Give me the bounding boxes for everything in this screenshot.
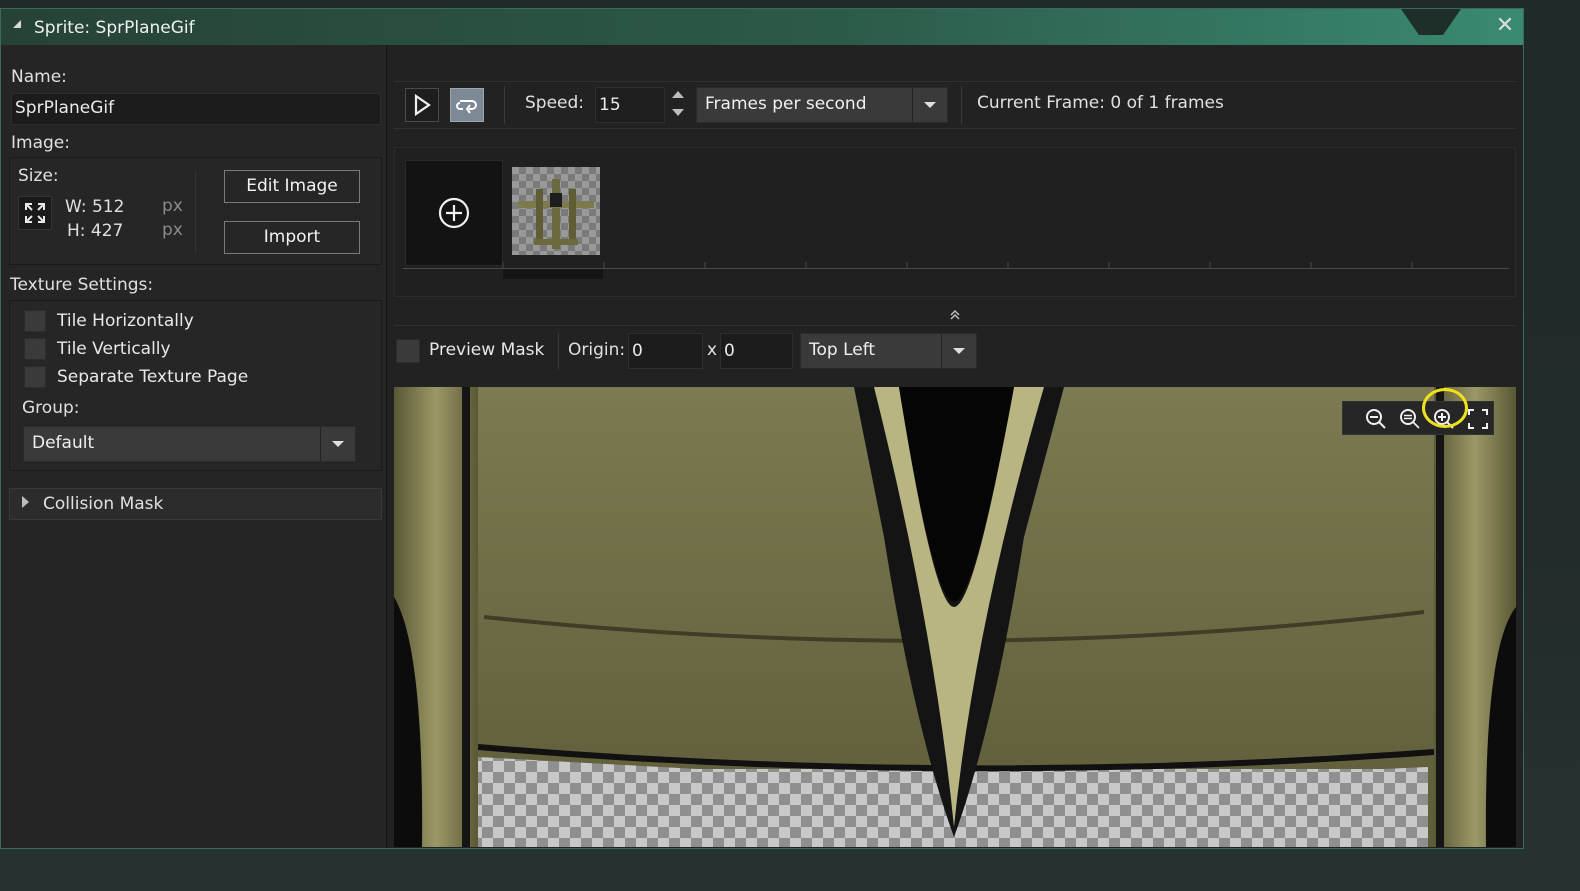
height-text: H: 427 [67, 221, 124, 241]
separate-texture-page-checkbox[interactable] [24, 366, 46, 388]
origin-preset-dropdown[interactable]: Top Left [800, 333, 977, 369]
tile-horizontally-checkbox[interactable] [24, 310, 46, 332]
zoom-toolbar [1342, 401, 1494, 435]
speed-units-value: Frames per second [705, 94, 867, 114]
loop-button[interactable] [450, 88, 484, 122]
separate-texture-page-label: Separate Texture Page [57, 367, 249, 387]
width-text: W: 512 [65, 197, 125, 217]
preview-mask-label: Preview Mask [429, 340, 545, 360]
collision-mask-section[interactable]: Collision Mask [9, 488, 382, 520]
texture-settings-group: Tile Horizontally Tile Vertically Separa… [9, 300, 382, 471]
fit-to-screen-icon[interactable] [1465, 406, 1491, 432]
tile-vertically-label: Tile Vertically [57, 339, 171, 359]
collapse-frames-handle[interactable] [394, 305, 1516, 326]
chevron-down-icon[interactable] [912, 88, 947, 122]
title-bar[interactable]: Sprite: SprPlaneGif ✕ [1, 9, 1523, 45]
origin-x-input[interactable]: 0 [628, 333, 703, 369]
editor-panel: Speed: 15 Frames per second Current Fram… [388, 45, 1523, 848]
texture-settings-label: Texture Settings: [10, 275, 154, 295]
width-unit: px [162, 196, 183, 216]
origin-label: Origin: [568, 340, 626, 360]
expand-arrow-icon[interactable] [22, 496, 29, 508]
import-button[interactable]: Import [224, 221, 360, 254]
frame-thumbnail[interactable] [512, 167, 600, 255]
image-label: Image: [11, 133, 70, 153]
sprite-editor-window: Sprite: SprPlaneGif ✕ Name: SprPlaneGif … [0, 8, 1524, 849]
plane-thumbnail-image [518, 179, 594, 249]
play-icon [414, 94, 431, 116]
chevron-down-icon[interactable] [672, 109, 684, 116]
zoom-in-icon[interactable] [1431, 406, 1457, 432]
origin-separator: x [707, 340, 718, 360]
tile-vertically-checkbox[interactable] [24, 338, 46, 360]
speed-label: Speed: [525, 93, 585, 113]
window-title: Sprite: SprPlaneGif [34, 18, 195, 38]
image-group: Size: W: 512 H: 427 px px Edit Image Imp… [9, 157, 382, 265]
add-circle-icon [438, 197, 470, 229]
frame-timeline[interactable] [403, 262, 1509, 284]
canvas-options-bar: Preview Mask Origin: 0 x 0 Top Left [394, 329, 1516, 373]
speed-stepper[interactable] [669, 87, 687, 123]
divider [504, 86, 505, 124]
playback-toolbar: Speed: 15 Frames per second Current Fram… [394, 81, 1516, 129]
frame-strip [394, 147, 1516, 297]
group-dropdown[interactable]: Default [23, 426, 356, 462]
double-chevron-up-icon [950, 309, 960, 320]
divider [558, 333, 559, 369]
edit-image-button[interactable]: Edit Image [224, 170, 360, 203]
speed-input[interactable]: 15 [595, 87, 665, 123]
sprite-image-zoomed [394, 387, 1516, 847]
zoom-out-icon[interactable] [1363, 406, 1389, 432]
close-icon[interactable]: ✕ [1493, 15, 1517, 39]
resize-icon[interactable] [18, 196, 52, 230]
divider [195, 170, 196, 254]
add-frame-button[interactable] [405, 160, 503, 266]
title-notch [1401, 9, 1461, 35]
collapse-triangle-icon[interactable] [13, 20, 21, 28]
chevron-down-icon[interactable] [320, 427, 355, 461]
chevron-down-icon[interactable] [941, 334, 976, 368]
sprite-canvas[interactable] [394, 387, 1516, 847]
origin-y-input[interactable]: 0 [720, 333, 793, 369]
properties-panel: Name: SprPlaneGif Image: Size: W: 512 H:… [1, 45, 387, 848]
speed-units-dropdown[interactable]: Frames per second [696, 87, 948, 123]
preview-mask-checkbox[interactable] [396, 339, 420, 363]
name-field[interactable]: SprPlaneGif [11, 93, 381, 125]
height-unit: px [162, 220, 183, 240]
zoom-reset-icon[interactable] [1397, 406, 1423, 432]
loop-icon [456, 100, 477, 114]
chevron-up-icon[interactable] [672, 91, 684, 98]
group-value: Default [32, 433, 95, 453]
size-label: Size: [18, 166, 59, 186]
play-button[interactable] [405, 88, 439, 122]
origin-preset-value: Top Left [809, 340, 876, 360]
collision-mask-label: Collision Mask [43, 494, 164, 514]
tile-horizontally-label: Tile Horizontally [57, 311, 194, 331]
current-frame-text: Current Frame: 0 of 1 frames [977, 93, 1224, 113]
name-label: Name: [11, 67, 67, 87]
divider [961, 86, 962, 124]
group-label: Group: [22, 398, 80, 418]
